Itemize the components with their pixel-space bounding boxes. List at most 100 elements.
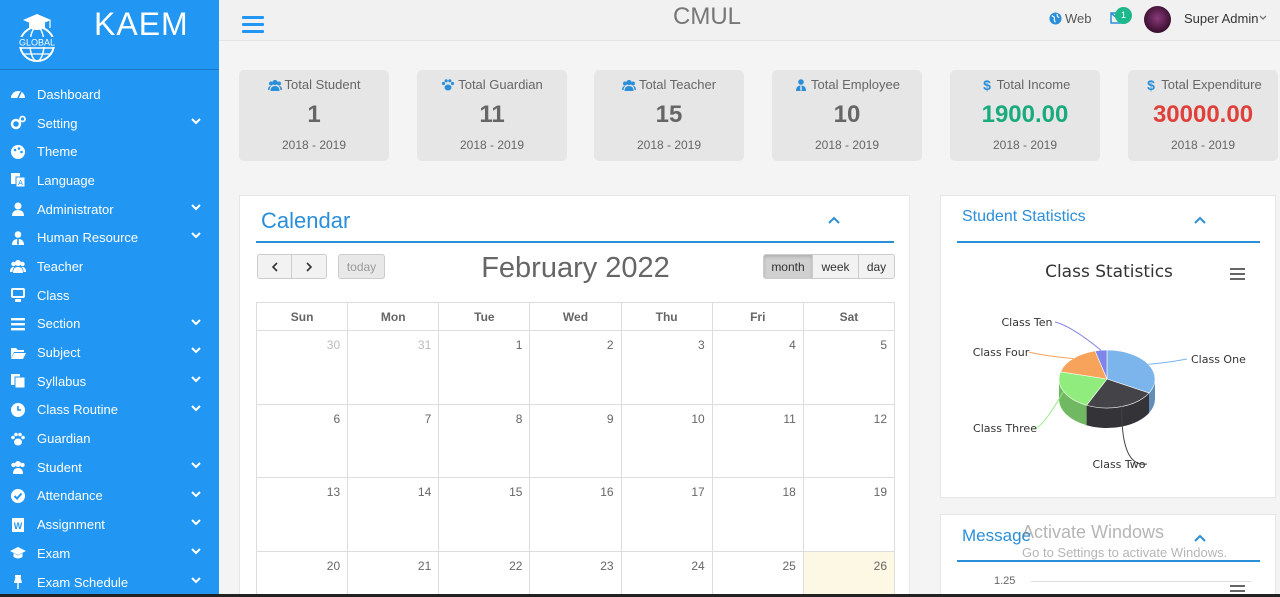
calendar-day-number: 12 [873,411,887,426]
sidebar-item-syllabus[interactable]: Syllabus [0,367,219,396]
chevron-down-icon [191,318,201,325]
calendar-title: Calendar [261,208,351,233]
menu-toggle-icon[interactable] [242,16,264,34]
weekday-header: Thu [620,302,713,331]
calendar-day-cell[interactable]: 14 [347,477,440,552]
sidebar-item-theme[interactable]: Theme [0,137,219,166]
today-button[interactable]: today [338,254,385,279]
calendar-day-cell[interactable]: 30 [255,330,349,405]
calendar-day-cell[interactable]: 17 [620,477,713,552]
calendar-day-number: 13 [326,485,341,499]
calendar-day-cell[interactable]: 13 [255,477,349,552]
sidebar-item-guardian[interactable]: Guardian [0,424,219,453]
calendar-day-cell[interactable]: 16 [529,477,622,552]
calendar-day-cell[interactable]: 5 [802,330,896,405]
sidebar-item-human-resource[interactable]: Human Resource [0,223,219,252]
sidebar-item-exam[interactable]: Exam [0,539,219,568]
stat-card-value: 11 [479,101,505,128]
pie-connector [1028,351,1074,359]
sidebar-item-label: Attendance [37,488,103,504]
calendar-day-cell[interactable]: 21 [347,550,440,597]
sidebar-item-administrator[interactable]: Administrator [0,195,219,224]
chevron-down-icon [191,548,201,555]
clock-icon [9,402,27,418]
calendar-day-cell[interactable]: 15 [438,477,531,552]
message-title: Message [962,526,1031,545]
chevron-up-icon[interactable] [1194,216,1206,224]
dollar-icon: $ [1147,78,1155,92]
language-icon: A [9,172,27,188]
calendar-day-cell[interactable]: 31 [347,330,440,405]
calendar-day-cell[interactable]: 19 [802,477,896,552]
paw-icon [442,78,455,90]
sidebar-item-dashboard[interactable]: Dashboard [0,80,219,109]
calendar-day-cell[interactable]: 11 [711,403,804,478]
calendar-day-cell[interactable]: 6 [255,403,349,478]
calendar-day-cell[interactable]: 23 [529,550,622,597]
sidebar-item-setting[interactable]: Setting [0,109,219,138]
week-view-button[interactable]: week [812,254,859,279]
stat-card-total-student[interactable]: Total Student 1 2018 - 2019 [239,70,389,161]
sidebar-item-section[interactable]: Section [0,310,219,339]
stat-card-total-teacher[interactable]: Total Teacher 15 2018 - 2019 [594,70,744,161]
chevron-down-icon [191,404,201,411]
calendar-day-cell[interactable]: 8 [438,403,531,478]
calendar-day-cell[interactable]: 26 [802,550,896,597]
app-title: CMUL [673,3,742,30]
calendar-day-cell[interactable]: 18 [711,477,804,552]
calendar-day-cell[interactable]: 1 [438,330,531,405]
sidebar-item-label: Section [37,316,81,332]
sidebar-item-subject[interactable]: Subject [0,338,219,367]
calendar-day-number: 18 [782,485,796,499]
calendar-day-cell[interactable]: 3 [620,330,713,405]
windows-activation-hint: Go to Settings to activate Windows. [1022,545,1228,560]
globe-logo-icon[interactable]: GLOBAL [12,8,62,64]
calendar-day-number: 9 [606,411,614,426]
brand-name[interactable]: KAEM [94,6,189,43]
month-view-button[interactable]: month [763,254,813,279]
stat-card-year: 2018 - 2019 [636,138,702,152]
stat-card-total-guardian[interactable]: Total Guardian 11 2018 - 2019 [417,70,567,161]
chevron-left-icon [271,261,278,272]
prev-month-button[interactable] [257,254,292,279]
calendar-day-cell[interactable]: 4 [711,330,804,405]
stat-card-total-expenditure[interactable]: $ Total Expenditure 30000.00 2018 - 2019 [1128,70,1278,161]
chevron-down-icon[interactable] [1259,15,1267,21]
calendar-day-cell[interactable]: 10 [620,403,713,478]
calendar-day-cell[interactable]: 2 [529,330,622,405]
sidebar-item-assignment[interactable]: W Assignment [0,510,219,539]
sidebar-item-label: Language [37,172,95,188]
sidebar-item-class[interactable]: Class [0,281,219,310]
calendar-day-cell[interactable]: 25 [711,550,804,597]
pie-label: Class Four [973,346,1030,359]
files-icon [9,373,27,389]
chevron-up-icon[interactable] [828,216,840,224]
sidebar-item-language[interactable]: A Language [0,166,219,195]
calendar-day-cell[interactable]: 20 [255,550,349,597]
calendar-day-number: 8 [515,411,523,426]
sidebar-item-label: Dashboard [37,86,101,102]
chevron-up-icon[interactable] [1194,534,1206,542]
sidebar-item-class-routine[interactable]: Class Routine [0,396,219,425]
avatar[interactable] [1144,6,1171,33]
sidebar-item-teacher[interactable]: Teacher [0,252,219,281]
calendar-day-cell[interactable]: 12 [802,403,896,478]
student-statistics-title: Student Statistics [962,208,1086,225]
topbar: CMUL Web 1 Super Admin [219,0,1280,41]
sidebar-item-label: Exam Schedule [37,574,129,590]
stat-card-total-income[interactable]: $ Total Income 1900.00 2018 - 2019 [950,70,1100,161]
next-month-button[interactable] [291,254,327,279]
calendar-day-cell[interactable]: 22 [438,550,531,597]
sidebar-item-attendance[interactable]: Attendance [0,482,219,511]
svg-text:A: A [18,180,23,187]
sidebar-item-exam-schedule[interactable]: Exam Schedule [0,568,219,597]
day-view-button[interactable]: day [858,254,895,279]
sidebar-item-student[interactable]: Student [0,453,219,482]
calendar-day-cell[interactable]: 7 [347,403,440,478]
calendar-day-cell[interactable]: 24 [620,550,713,597]
chart-menu-icon[interactable] [1230,268,1245,280]
user-name[interactable]: Super Admin [1184,11,1258,26]
stat-card-total-employee[interactable]: Total Employee 10 2018 - 2019 [772,70,922,161]
web-link[interactable]: Web [1049,11,1092,26]
calendar-day-cell[interactable]: 9 [529,403,622,478]
